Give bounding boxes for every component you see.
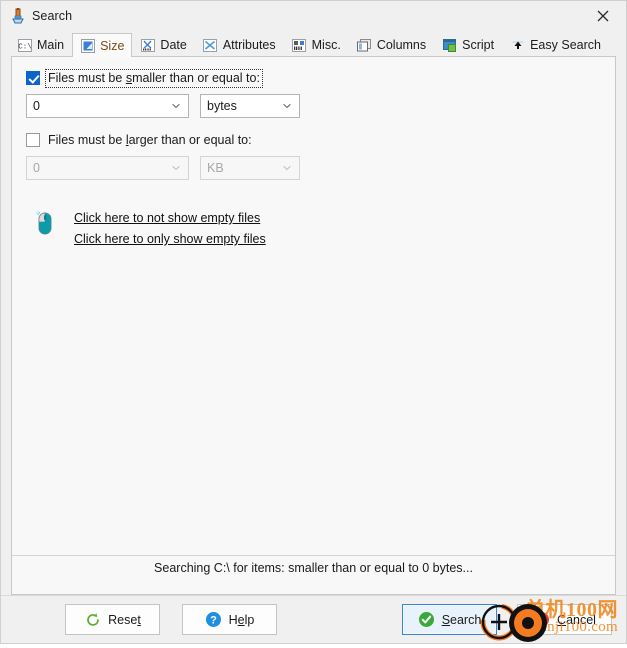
status-text: Searching C:\ for items: smaller than or… [154,561,473,575]
smaller-than-unit-combo[interactable]: bytes [200,94,300,118]
chevron-down-icon[interactable] [172,102,180,110]
tab-misc[interactable]: Misc. [284,33,349,56]
smaller-than-value-combo[interactable]: 0 [26,94,189,118]
attributes-icon [203,38,218,53]
larger-than-label-after: arger than or equal to: [128,132,252,147]
search-label-after: earch [450,612,482,627]
cancel-label-accel: C [557,612,567,627]
columns-icon [357,38,372,53]
smaller-than-value: 0 [33,99,40,113]
larger-than-unit-combo[interactable]: KB [200,156,300,180]
larger-than-value-combo[interactable]: 0 [26,156,189,180]
larger-than-value: 0 [33,161,40,175]
reset-button-label: Reset [108,613,141,627]
help-button-label: Help [229,613,255,627]
smaller-than-label-after: maller than or equal to: [132,70,260,85]
empty-files-links-block: Click here to not show empty files Click… [26,209,601,246]
link-not-show-empty-files[interactable]: Click here to not show empty files [74,211,260,225]
cancel-icon [533,611,550,628]
tab-main[interactable]: C:\ Main [9,33,72,56]
refresh-icon [84,611,101,628]
misc-icon [292,38,307,53]
larger-than-checkbox-row[interactable]: Files must be larger than or equal to: [26,131,601,149]
smaller-than-label-before: Files must be [48,70,126,85]
tab-label: Attributes [222,38,276,52]
mouse-click-icon [32,209,58,246]
tab-label: Size [100,38,125,53]
help-button[interactable]: ? Help [182,604,277,635]
search-dialog-window: Search C:\ Main Size Date Attributes Mis… [0,0,627,644]
smaller-than-checkbox-row[interactable]: Files must be smaller than or equal to: [26,68,601,88]
tab-strip: C:\ Main Size Date Attributes Misc. Colu… [1,31,626,57]
dialog-button-bar: Reset ? Help Search Cancel 单机100网 danji1… [1,595,626,643]
tab-label: Misc. [311,38,341,52]
check-circle-icon [418,611,435,628]
smaller-than-checkbox[interactable] [26,71,40,85]
console-cmd-icon: C:\ [17,38,32,53]
size-icon [80,38,95,53]
help-label-accel: e [237,612,245,627]
smaller-than-controls: 0 bytes [26,94,601,118]
svg-text:?: ? [210,614,217,626]
larger-than-controls: 0 KB [26,156,601,180]
svg-text:C:\: C:\ [18,43,32,51]
cancel-button[interactable]: Cancel [517,604,612,635]
empty-files-links: Click here to not show empty files Click… [74,209,266,246]
tab-columns[interactable]: Columns [349,33,434,56]
larger-than-label-before: Files must be [48,132,126,147]
tab-script[interactable]: Script [434,33,502,56]
window-title: Search [32,9,73,23]
search-tool-icon [10,8,26,24]
reset-button[interactable]: Reset [65,604,160,635]
easy-search-icon [510,38,525,53]
search-button[interactable]: Search [402,604,497,635]
left-button-group: Reset ? Help [65,604,277,635]
tab-label: Script [462,38,495,52]
close-icon[interactable] [580,1,626,31]
date-chart-icon [140,38,155,53]
tab-label: Easy Search [530,38,601,52]
search-button-label: Search [442,613,482,627]
cancel-label-after: ancel [566,612,596,627]
tab-size[interactable]: Size [72,33,133,57]
tab-label: Date [160,38,187,52]
size-tab-panel: Files must be smaller than or equal to: … [11,56,616,595]
chevron-down-icon[interactable] [283,102,291,110]
reset-label-accel: t [137,612,141,627]
tab-label: Main [37,38,65,52]
right-button-group: Search Cancel [402,604,612,635]
cancel-button-label: Cancel [557,613,596,627]
larger-than-unit: KB [207,161,224,175]
size-tab-body: Files must be smaller than or equal to: … [12,57,615,555]
reset-label-before: Rese [108,612,138,627]
tab-label: Columns [376,38,427,52]
chevron-down-icon[interactable] [283,164,291,172]
tab-date[interactable]: Date [132,33,194,56]
question-icon: ? [205,611,222,628]
help-label-before: H [228,612,238,627]
search-label-accel: S [441,612,451,627]
link-only-show-empty-files[interactable]: Click here to only show empty files [74,232,266,246]
larger-than-checkbox[interactable] [26,133,40,147]
larger-than-label[interactable]: Files must be larger than or equal to: [46,132,254,149]
tab-easy-search[interactable]: Easy Search [502,33,609,56]
script-icon [442,38,457,53]
smaller-than-label[interactable]: Files must be smaller than or equal to: [45,68,263,88]
help-label-after: lp [244,612,255,627]
chevron-down-icon[interactable] [172,164,180,172]
titlebar: Search [1,1,626,31]
tab-attributes[interactable]: Attributes [195,33,284,56]
status-bar: Searching C:\ for items: smaller than or… [12,555,615,594]
smaller-than-unit: bytes [207,99,237,113]
